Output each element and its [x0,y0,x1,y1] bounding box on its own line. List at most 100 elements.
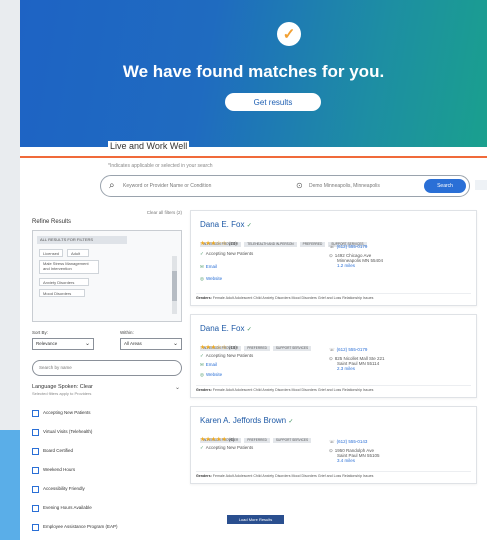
mail-icon: ✉ [200,264,204,269]
distance-link[interactable]: 2.3 miles [337,366,355,371]
checkbox[interactable] [32,505,39,512]
tag: SUPPORT SERVICES [272,346,312,351]
accepting-status: ✓ Accepting New Patients [200,251,254,256]
checkbox-item[interactable]: Weekend Hours [32,465,182,484]
location-pin-icon: ⊙ [329,448,333,453]
address: ⊙ 1492 Chicago Ave Minneapolis MN 55404 1.2… [329,253,384,268]
rating-stars: ★★★☆☆ (20) [200,241,237,247]
checkbox-label: Accepting New Patients [43,410,91,415]
provider-name[interactable]: Karen A. Jeffords Brown ✓ [200,416,293,425]
checkbox[interactable] [32,429,39,436]
provider-name[interactable]: Dana E. Fox ✓ [200,220,252,229]
search-button[interactable]: Search [424,179,466,193]
checkbox-item[interactable]: Accessibility Friendly [32,484,182,503]
phone[interactable]: ☏ (612) 555-0143 [329,439,367,444]
card-footer: Genders: Female Adult Adolescent Child A… [196,385,471,394]
checkbox[interactable] [32,467,39,474]
filters-box-header: ALL RESULTS FOR FILTERS [37,236,127,244]
work-type-helper: *Indicates applicable or selected in you… [108,163,213,169]
clear-filters-link[interactable]: Clear all filters (2) [147,210,182,215]
tag: PREFERRED [244,346,270,351]
website-link[interactable]: ◎ Website [200,372,222,378]
within-label: Within: [120,330,134,335]
checkbox-item[interactable]: Evening Hours Available [32,503,182,522]
section-divider [20,148,487,158]
provider-tags: IN-PERSON PROVIDER TELEHEALTH AND IN-PERS… [200,232,370,247]
filter-chip[interactable]: Anxiety Disorders [39,278,89,286]
location-pin-icon: ⊙ [329,253,333,258]
check-icon: ✓ [200,353,204,358]
location-pin-icon: ⊙ [329,356,333,361]
phone[interactable]: ☏ (612) 555-0179 [329,244,367,249]
checkbox-label: Weekend Hours [43,467,76,472]
checkbox-label: Virtual Visits (Telehealth) [43,429,93,434]
language-filter[interactable]: Language Spoken: Clear Selected filters … [32,384,182,402]
within-value: All Areas [124,341,142,346]
card-footer: Genders: Female Adult Adolescent Child A… [196,471,471,480]
within-select[interactable]: All Areas ⌄ [120,338,182,350]
provider-card[interactable]: Dana E. Fox ✓ IN-PERSON PROVIDER TELEHEAL… [190,210,477,306]
mail-icon: ✉ [200,362,204,367]
rating-count: (20) [228,241,237,246]
selected-filters-box: ALL RESULTS FOR FILTERS Licensed Adult M… [32,230,182,322]
distance-link[interactable]: 3.4 miles [337,458,355,463]
check-icon: ✓ [200,445,204,450]
verified-icon: ✓ [246,223,252,229]
checkbox-label: Employee Assistance Program (EAP) [43,524,118,529]
load-more-button[interactable]: Load More Results [227,515,284,524]
checkbox-item[interactable]: Employee Assistance Program (EAP) [32,522,182,540]
filters-scroll-thumb[interactable] [172,271,177,301]
provider-tags: IN-PERSON PROVIDER PREFERRED SUPPORT SERVI… [200,428,314,443]
email-link[interactable]: ✉ Email [200,362,217,368]
results-list: Dana E. Fox ✓ IN-PERSON PROVIDER TELEHEAL… [190,210,477,492]
globe-icon: ◎ [200,276,204,281]
chevron-down-icon: ⌄ [172,341,178,347]
checkbox-item[interactable]: Board Certified [32,446,182,465]
website-link[interactable]: ◎ Website [200,276,222,282]
accepting-status: ✓ Accepting New Patients [200,445,254,450]
side-accent-strip [0,430,20,540]
phone-icon: ☏ [329,244,335,249]
provider-card[interactable]: Dana E. Fox ✓ IN-PERSON PROVIDER PREFERRE… [190,314,477,398]
tag: SUPPORT SERVICES [272,438,312,443]
phone[interactable]: ☏ (612) 555-0179 [329,347,367,352]
filter-chip[interactable]: Male Stress Management and Intervention [39,260,99,274]
distance-link[interactable]: 1.2 miles [337,263,355,268]
chevron-down-icon: ⌄ [174,385,180,391]
checkbox[interactable] [32,524,39,531]
verified-icon: ✓ [288,419,294,425]
provider-name[interactable]: Dana E. Fox ✓ [200,324,252,333]
language-subtitle: Selected filters apply to Providers [32,391,92,396]
search-bar: ⌕ Keyword or Provider Name or Condition … [100,175,470,197]
email-link[interactable]: ✉ Email [200,264,217,270]
globe-icon: ◎ [200,372,204,377]
checkbox[interactable] [32,448,39,455]
provider-tags: IN-PERSON PROVIDER PREFERRED SUPPORT SERVI… [200,336,314,351]
rating-stars: ★★★★★ (6) [200,437,235,443]
rating-count: (6) [228,437,235,442]
filters-panel: Refine Results Clear all filters (2) ALL… [32,210,182,540]
tag: PREFERRED [299,242,326,247]
filter-toggle[interactable] [475,180,487,190]
hero-banner: ✓ We have found matches for you. Get res… [20,0,487,147]
sort-value: Relevance [36,341,58,346]
filter-chip[interactable]: Mood Disorders [39,289,85,297]
filter-chip[interactable]: Adult [67,249,89,257]
language-title: Language Spoken: Clear [32,384,93,390]
filter-chip[interactable]: Licensed [39,249,63,257]
search-input[interactable]: Keyword or Provider Name or Condition [123,183,273,189]
tag: PREFERRED [244,438,270,443]
phone-icon: ☏ [329,347,335,352]
work-type-title: Live and Work Well [108,141,190,151]
provider-card[interactable]: Karen A. Jeffords Brown ✓ IN-PERSON PROV… [190,406,477,484]
name-filter-input[interactable]: Search by name [32,360,182,376]
checkbox[interactable] [32,410,39,417]
get-results-button[interactable]: Get results [225,93,321,111]
location-input[interactable]: Demo Minneapolis, Minneapolis [309,183,404,189]
checkbox[interactable] [32,486,39,493]
checkbox-item[interactable]: Virtual Visits (Telehealth) [32,427,182,446]
checkbox-item[interactable]: Accepting New Patients [32,408,182,427]
card-footer: Genders: Female Adult Adolescent Child A… [196,293,471,302]
tag: TELEHEALTH AND IN-PERSON [244,242,297,247]
sort-select[interactable]: Relevance ⌄ [32,338,94,350]
